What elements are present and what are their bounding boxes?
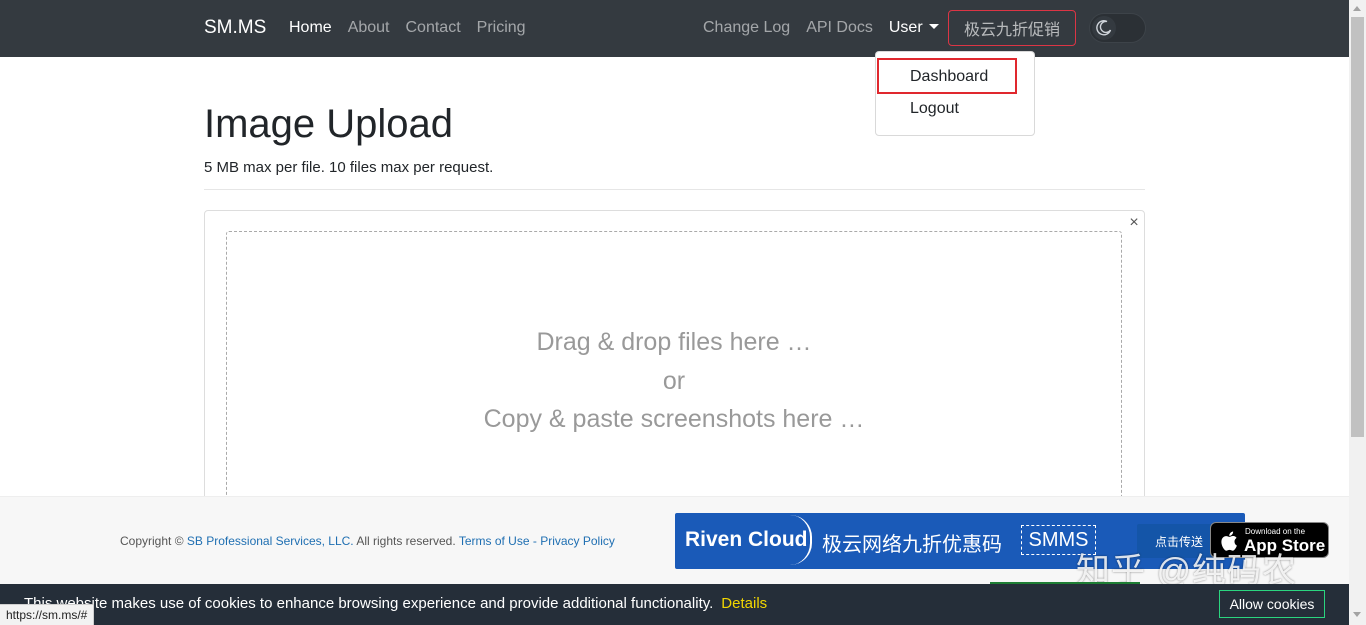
- caret-down-icon: [928, 24, 939, 29]
- nav-about[interactable]: About: [348, 19, 390, 37]
- nav-api-docs[interactable]: API Docs: [806, 19, 873, 37]
- copyright-icon: ©: [174, 534, 184, 548]
- terms-link[interactable]: Terms of Use: [459, 534, 530, 548]
- allow-cookies-button[interactable]: Allow cookies: [1219, 590, 1325, 618]
- cookie-message-text: This website makes use of cookies to enh…: [24, 595, 714, 612]
- rights-text: All rights reserved.: [356, 534, 456, 548]
- upload-card: × Drag & drop files here … or Copy & pas…: [204, 210, 1145, 511]
- ad-arc-decoration: [790, 515, 812, 565]
- copyright-label: Copyright: [120, 534, 172, 548]
- user-dropdown-menu: Dashboard Logout: [875, 51, 1035, 136]
- brand-logo[interactable]: SM.MS: [204, 17, 266, 39]
- nav-contact[interactable]: Contact: [406, 19, 461, 37]
- promo-button[interactable]: 极云九折促销: [948, 10, 1076, 46]
- scroll-down-arrow-icon[interactable]: [1353, 612, 1361, 617]
- theme-toggle[interactable]: [1089, 13, 1146, 43]
- privacy-link[interactable]: Privacy Policy: [540, 534, 615, 548]
- link-separator: -: [532, 534, 537, 548]
- company-link[interactable]: SB Professional Services, LLC.: [187, 534, 354, 548]
- copyright-text: Copyright © SB Professional Services, LL…: [120, 534, 615, 548]
- dropzone-line-paste: Copy & paste screenshots here …: [483, 405, 865, 433]
- moon-icon: [1092, 16, 1116, 40]
- app-store-small-text: Download on the: [1245, 527, 1306, 536]
- dropzone-line-or: or: [662, 367, 686, 395]
- dropdown-item-dashboard[interactable]: Dashboard: [910, 68, 988, 86]
- file-dropzone[interactable]: Drag & drop files here … or Copy & paste…: [226, 231, 1122, 511]
- browser-status-url: https://sm.ms/#: [0, 604, 95, 625]
- vertical-scrollbar[interactable]: [1349, 0, 1366, 625]
- cookie-consent-bar: This website makes use of cookies to enh…: [0, 584, 1349, 625]
- upload-limits-text: 5 MB max per file. 10 files max per requ…: [204, 159, 494, 176]
- user-menu-toggle[interactable]: User: [889, 19, 939, 37]
- page-title: Image Upload: [204, 102, 454, 146]
- user-menu-label: User: [888, 19, 923, 36]
- top-navbar: SM.MS Home About Contact Pricing Change …: [0, 0, 1349, 57]
- dropdown-item-logout[interactable]: Logout: [910, 100, 959, 118]
- cookie-message: This website makes use of cookies to enh…: [24, 595, 767, 612]
- secondary-nav: Change Log API Docs User: [703, 19, 939, 37]
- divider: [204, 189, 1145, 190]
- close-icon[interactable]: ×: [1124, 213, 1144, 233]
- nav-change-log[interactable]: Change Log: [703, 19, 790, 37]
- nav-pricing[interactable]: Pricing: [477, 19, 526, 37]
- primary-nav: Home About Contact Pricing: [289, 19, 526, 37]
- ad-text: 极云网络九折优惠码: [822, 534, 1002, 556]
- scrollbar-thumb[interactable]: [1351, 17, 1364, 437]
- cookie-details-link[interactable]: Details: [721, 595, 767, 612]
- nav-home[interactable]: Home: [289, 19, 332, 37]
- dropzone-line-drag: Drag & drop files here …: [536, 328, 812, 356]
- scroll-up-arrow-icon[interactable]: [1353, 6, 1361, 11]
